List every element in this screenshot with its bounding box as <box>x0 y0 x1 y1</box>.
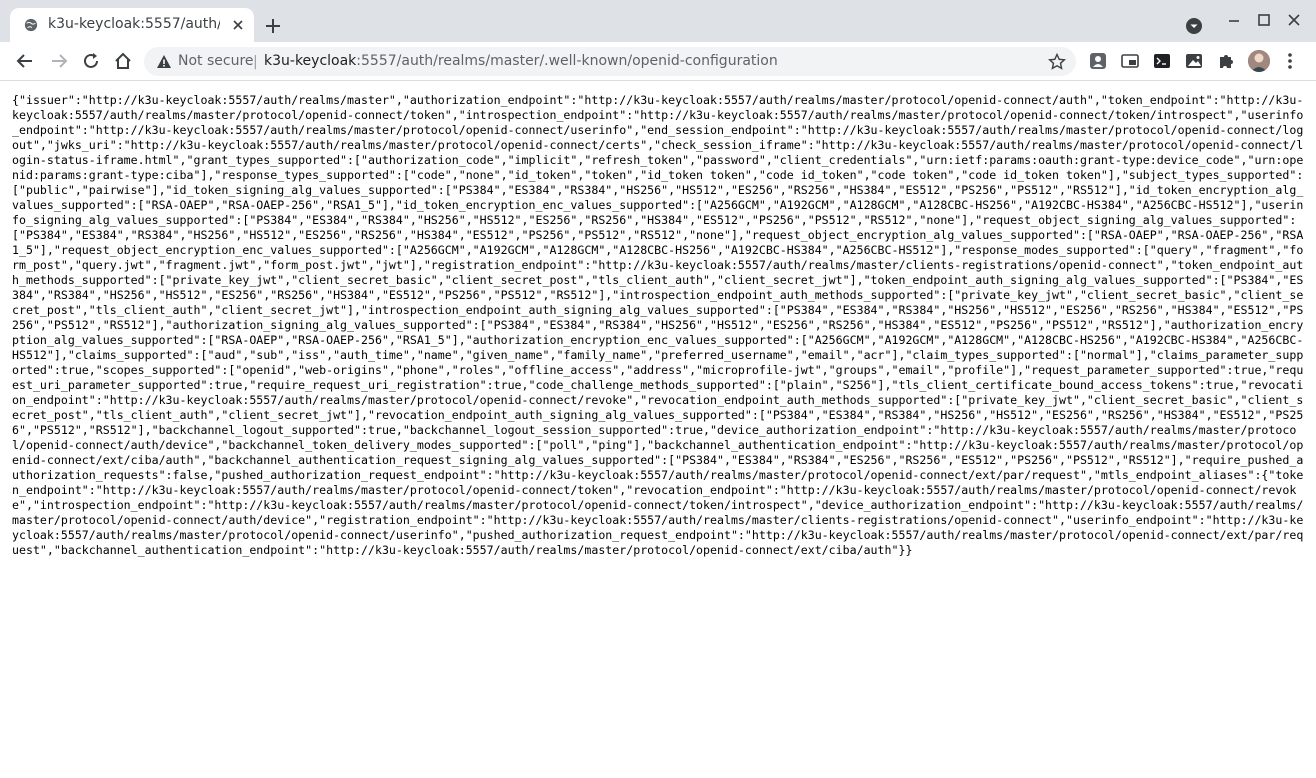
image-extension-icon[interactable] <box>1184 51 1204 71</box>
picture-in-picture-icon[interactable] <box>1120 51 1140 71</box>
star-icon[interactable] <box>1048 53 1066 71</box>
close-icon[interactable] <box>230 17 246 33</box>
forward-arrow-icon[interactable] <box>48 50 70 72</box>
home-icon[interactable] <box>112 50 134 72</box>
minimize-icon[interactable] <box>1222 10 1246 32</box>
window-close-icon[interactable] <box>1282 10 1306 32</box>
json-response-text: {"issuer":"http://k3u-keycloak:5557/auth… <box>12 93 1304 557</box>
tab-title: k3u-keycloak:5557/auth/r <box>48 16 220 32</box>
tab-strip: k3u-keycloak:5557/auth/r <box>0 0 1316 42</box>
terminal-extension-icon[interactable] <box>1152 51 1172 71</box>
plus-icon[interactable] <box>262 15 284 37</box>
url-path: :5557/auth/realms/master/.well-known/ope… <box>356 53 778 69</box>
avatar-icon <box>1248 50 1270 72</box>
url-host: k3u-keycloak <box>264 53 357 69</box>
extension-profile-icon[interactable] <box>1088 51 1108 71</box>
warning-icon[interactable] <box>156 54 172 70</box>
chevron-down-icon[interactable] <box>1184 16 1204 36</box>
puzzle-icon[interactable] <box>1216 51 1236 71</box>
url-text[interactable]: k3u-keycloak:5557/auth/realms/master/.we… <box>264 53 778 69</box>
reload-icon[interactable] <box>80 50 102 72</box>
security-label[interactable]: Not secure <box>178 53 254 69</box>
back-arrow-icon[interactable] <box>14 50 36 72</box>
profile-avatar[interactable] <box>1248 50 1270 72</box>
page-content: {"issuer":"http://k3u-keycloak:5557/auth… <box>0 81 1316 778</box>
browser-tab[interactable]: k3u-keycloak:5557/auth/r <box>10 8 254 42</box>
maximize-icon[interactable] <box>1252 10 1276 32</box>
browser-toolbar: Not secure | k3u-keycloak:5557/auth/real… <box>0 42 1316 81</box>
separator: | <box>253 54 258 70</box>
globe-icon <box>24 18 38 32</box>
address-bar[interactable]: Not secure | k3u-keycloak:5557/auth/real… <box>144 47 1076 76</box>
kebab-menu-icon[interactable] <box>1282 50 1298 72</box>
